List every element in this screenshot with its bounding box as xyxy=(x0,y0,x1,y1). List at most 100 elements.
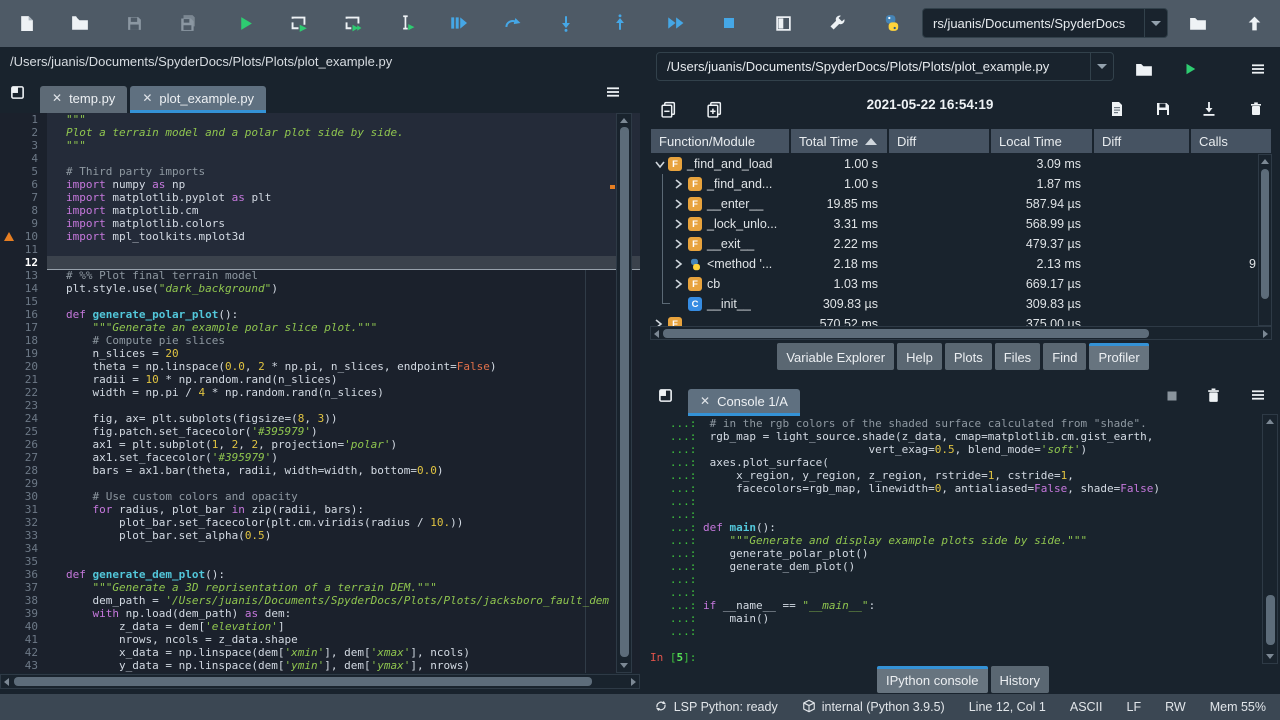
profiler-browse-icon[interactable] xyxy=(1126,51,1162,87)
preferences-icon[interactable] xyxy=(819,5,855,41)
profiler-output-icon[interactable] xyxy=(1099,91,1135,127)
console-tab[interactable]: ✕Console 1/A xyxy=(688,389,800,416)
debug-stop-icon[interactable] xyxy=(711,5,747,41)
spyder-window: rs/juanis/Documents/SpyderDocs /Users/ju… xyxy=(0,0,1280,720)
pane-tab-help[interactable]: Help xyxy=(897,343,942,370)
profiler-row[interactable]: F_lock_unlo...3.31 ms568.99 µs xyxy=(650,214,1272,234)
close-icon[interactable]: ✕ xyxy=(142,91,152,105)
console-vscroll-handle[interactable] xyxy=(1266,595,1275,645)
pane-tab-variable-explorer[interactable]: Variable Explorer xyxy=(777,343,894,370)
profiler-row[interactable]: F570.52 ms375.00 µs xyxy=(650,314,1272,326)
debug-step-over-icon[interactable] xyxy=(494,5,530,41)
profiler-options-hamburger-icon[interactable] xyxy=(1240,51,1276,87)
console-vscrollbar[interactable] xyxy=(1262,414,1278,664)
save-profile-icon[interactable] xyxy=(1145,91,1181,127)
editor-options-hamburger-icon[interactable] xyxy=(598,77,628,107)
column-header-total-time[interactable]: Total Time xyxy=(790,128,888,154)
code-line: 15 xyxy=(0,295,640,308)
profiler-row[interactable]: C__init__309.83 µs309.83 µs xyxy=(650,294,1272,314)
pane-tab-files[interactable]: Files xyxy=(995,343,1040,370)
console-pane-tab-ipython-console[interactable]: IPython console xyxy=(877,666,988,693)
debug-continue-icon[interactable] xyxy=(657,5,693,41)
collapse-all-icon[interactable] xyxy=(650,91,686,127)
code-line: 7import matplotlib.pyplot as plt xyxy=(0,191,640,204)
code-line: 30 # Use custom colors and opacity xyxy=(0,490,640,503)
profiler-row[interactable]: Fcb1.03 ms669.17 µs xyxy=(650,274,1272,294)
column-header-calls[interactable]: Calls xyxy=(1190,128,1272,154)
code-line: 16def generate_polar_plot(): xyxy=(0,308,640,321)
chevron-right-icon[interactable] xyxy=(674,238,683,253)
clear-profile-trash-icon[interactable] xyxy=(1238,91,1274,127)
profiler-hscroll-handle[interactable] xyxy=(663,329,1149,338)
profiler-row[interactable]: F_find_and_load1.00 s3.09 ms xyxy=(650,154,1272,174)
console-options-hamburger-icon[interactable] xyxy=(1244,381,1272,409)
console-trash-icon[interactable] xyxy=(1199,381,1227,409)
chevron-down-icon[interactable] xyxy=(1144,9,1167,37)
chevron-right-icon[interactable] xyxy=(674,218,683,233)
profiler-row[interactable]: F_find_and...1.00 s1.87 ms xyxy=(650,174,1272,194)
console-stop-icon[interactable] xyxy=(1158,382,1186,410)
profiler-table-header[interactable]: Function/ModuleTotal TimeDiffLocal TimeD… xyxy=(650,128,1272,154)
close-icon[interactable]: ✕ xyxy=(700,394,710,408)
profiler-file-combo[interactable]: /Users/juanis/Documents/SpyderDocs/Plots… xyxy=(656,52,1114,81)
load-profile-icon[interactable] xyxy=(1191,91,1227,127)
column-header-diff[interactable]: Diff xyxy=(888,128,990,154)
column-header-local-time[interactable]: Local Time xyxy=(990,128,1093,154)
pane-tab-find[interactable]: Find xyxy=(1043,343,1086,370)
pane-icon[interactable] xyxy=(650,380,680,410)
console-line: ...: x_region, y_region, z_region, rstri… xyxy=(646,469,1280,482)
chevron-right-icon[interactable] xyxy=(674,178,683,193)
expand-all-icon[interactable] xyxy=(696,91,732,127)
pane-icon[interactable] xyxy=(2,77,32,107)
pane-tab-profiler[interactable]: Profiler xyxy=(1089,343,1148,370)
working-directory-combo[interactable]: rs/juanis/Documents/SpyderDocs xyxy=(922,8,1168,38)
console-line: In [5]: xyxy=(646,651,1280,664)
close-icon[interactable]: ✕ xyxy=(52,91,62,105)
profiler-row[interactable]: F__exit__2.22 ms479.37 µs xyxy=(650,234,1272,254)
profiler-row[interactable]: F__enter__19.85 ms587.94 µs xyxy=(650,194,1272,214)
console-line: ...: rgb_map = light_source.shade(z_data… xyxy=(646,430,1280,443)
ipython-console[interactable]: ...: # in the rgb colors of the shaded s… xyxy=(646,414,1280,664)
editor-vscrollbar[interactable] xyxy=(616,113,632,673)
column-header-diff[interactable]: Diff xyxy=(1093,128,1190,154)
chevron-down-icon[interactable] xyxy=(1090,53,1113,80)
debug-step-into-icon[interactable] xyxy=(548,5,584,41)
console-line: ...: xyxy=(646,495,1280,508)
new-file-icon[interactable] xyxy=(8,5,44,41)
save-all-icon[interactable] xyxy=(170,5,206,41)
browse-working-dir-icon[interactable] xyxy=(1180,5,1216,41)
run-selection-icon[interactable] xyxy=(388,5,424,41)
run-icon[interactable] xyxy=(227,5,263,41)
profiler-vscroll-handle[interactable] xyxy=(1261,169,1269,299)
chevron-down-icon[interactable] xyxy=(654,158,666,172)
editor-hscroll-handle[interactable] xyxy=(14,677,592,686)
editor-tab[interactable]: ✕plot_example.py xyxy=(130,86,266,113)
python-path-icon[interactable] xyxy=(874,5,910,41)
debug-step-out-icon[interactable] xyxy=(602,5,638,41)
editor-tab[interactable]: ✕temp.py xyxy=(40,86,127,113)
code-line: 13# %% Plot final terrain model xyxy=(0,269,640,282)
debug-file-icon[interactable] xyxy=(440,5,476,41)
profiler-row[interactable]: <method '...2.18 ms2.13 ms9 xyxy=(650,254,1272,274)
editor-vscroll-handle[interactable] xyxy=(620,127,629,657)
save-icon[interactable] xyxy=(116,5,152,41)
parent-dir-icon[interactable] xyxy=(1236,5,1272,41)
profiler-run-icon[interactable] xyxy=(1172,51,1208,87)
chevron-right-icon[interactable] xyxy=(674,278,683,293)
chevron-right-icon[interactable] xyxy=(654,318,663,326)
open-file-icon[interactable] xyxy=(62,5,98,41)
editor-hscrollbar[interactable] xyxy=(0,674,640,689)
profiler-table[interactable]: F_find_and_load1.00 s3.09 msF_find_and..… xyxy=(650,154,1272,326)
pane-tab-plots[interactable]: Plots xyxy=(945,343,992,370)
column-header-function-module[interactable]: Function/Module xyxy=(650,128,790,154)
run-cell-icon[interactable] xyxy=(280,5,316,41)
console-pane-tab-history[interactable]: History xyxy=(991,666,1049,693)
code-line: 37 """Generate a 3D reprisentation of a … xyxy=(0,581,640,594)
profiler-hscrollbar[interactable] xyxy=(650,326,1272,340)
run-cell-advance-icon[interactable] xyxy=(334,5,370,41)
chevron-right-icon[interactable] xyxy=(674,258,683,273)
chevron-right-icon[interactable] xyxy=(674,198,683,213)
maximize-pane-icon[interactable] xyxy=(765,5,801,41)
code-editor[interactable]: 1"""2Plot a terrain model and a polar pl… xyxy=(0,113,640,673)
profiler-vscrollbar[interactable] xyxy=(1258,154,1272,326)
